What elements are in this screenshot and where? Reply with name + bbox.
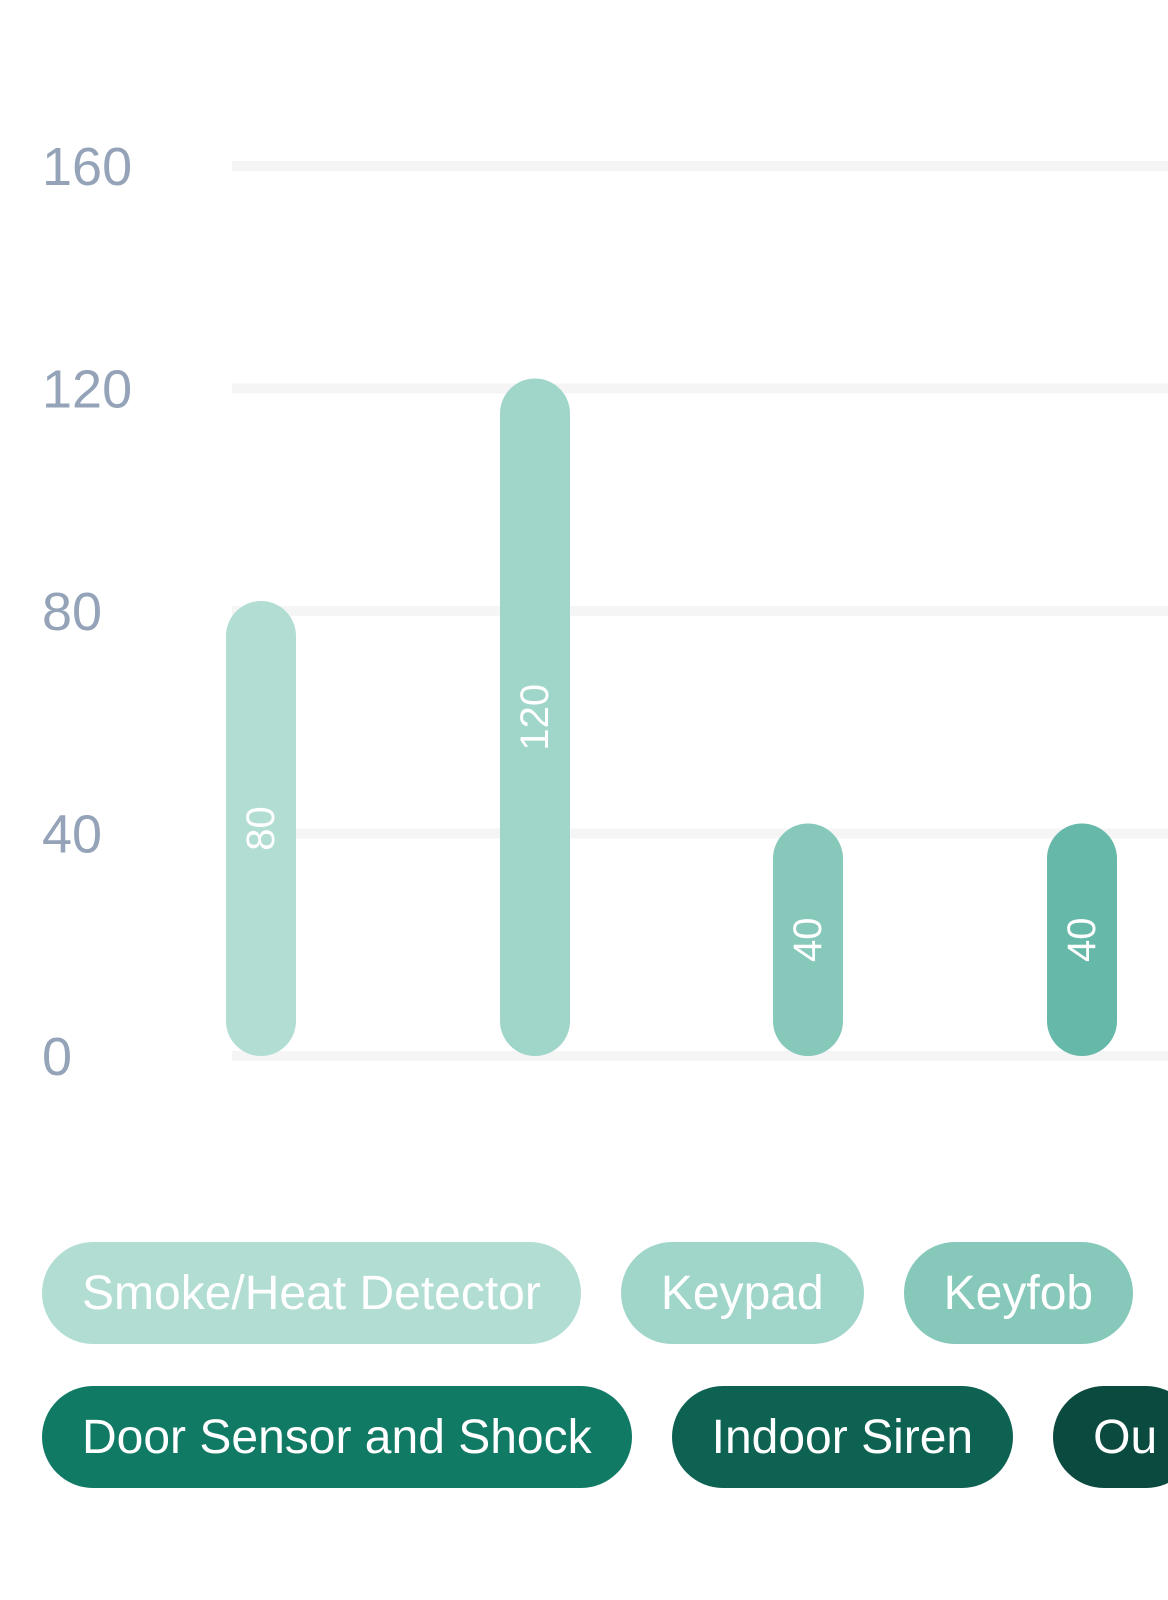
legend-row-2: Door Sensor and Shock Indoor Siren Ou bbox=[42, 1386, 1168, 1488]
y-tick-label: 120 bbox=[42, 360, 132, 420]
legend-item[interactable]: Indoor Siren bbox=[671, 1386, 1014, 1488]
legend-label: Keypad bbox=[660, 1266, 824, 1320]
legend-item[interactable]: Smoke/Heat Detector bbox=[42, 1242, 581, 1344]
legend-label: Indoor Siren bbox=[711, 1410, 974, 1464]
bar-value-label: 40 bbox=[1060, 918, 1104, 963]
legend-item[interactable]: Keyfob bbox=[903, 1242, 1134, 1344]
bar-value-label: 80 bbox=[239, 806, 283, 851]
bar-value-label: 40 bbox=[786, 918, 830, 963]
legend-item[interactable]: Ou bbox=[1053, 1386, 1168, 1488]
legend-label: Smoke/Heat Detector bbox=[82, 1266, 541, 1320]
y-tick-label: 80 bbox=[42, 582, 102, 642]
legend-label: Door Sensor and Shock bbox=[82, 1410, 592, 1464]
legend-item[interactable]: Door Sensor and Shock bbox=[42, 1386, 632, 1488]
legend-row-1: Smoke/Heat Detector Keypad Keyfob bbox=[42, 1242, 1134, 1344]
y-axis-ticks: 0 40 80 120 160 bbox=[42, 137, 132, 1087]
bars bbox=[226, 378, 1117, 1056]
grid-lines bbox=[232, 161, 1168, 1061]
legend-label: Keyfob bbox=[943, 1266, 1094, 1320]
legend-label: Ou bbox=[1093, 1410, 1158, 1464]
y-tick-label: 40 bbox=[42, 805, 102, 865]
legend-item[interactable]: Keypad bbox=[620, 1242, 864, 1344]
y-tick-label: 0 bbox=[42, 1027, 72, 1087]
bar-value-label: 120 bbox=[513, 684, 557, 751]
y-tick-label: 160 bbox=[42, 137, 132, 197]
bar-chart: 0 40 80 120 160 80 120 40 40 bbox=[42, 137, 1168, 1087]
bar-value-labels: 80 120 40 40 bbox=[239, 684, 1104, 962]
